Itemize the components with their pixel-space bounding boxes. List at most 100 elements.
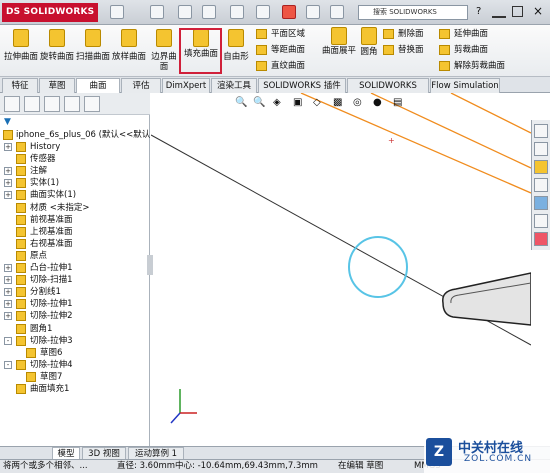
tab-flow-simulation[interactable]: Flow Simulation — [430, 78, 500, 93]
tree-item[interactable]: + History — [0, 141, 150, 153]
extruded-surface-button[interactable]: 拉伸曲面 — [4, 25, 38, 77]
rebuild-icon[interactable] — [282, 5, 296, 19]
section-view-icon[interactable]: ▣ — [293, 97, 302, 108]
tree-item[interactable]: + 实体(1) — [0, 177, 150, 189]
tab-features[interactable]: 特征 — [2, 78, 38, 93]
panel-collapse-handle[interactable] — [147, 255, 153, 275]
tree-item[interactable]: - 切除-拉伸3 — [0, 335, 150, 347]
design-library-icon[interactable] — [534, 142, 548, 156]
expand-toggle-icon[interactable]: + — [4, 288, 12, 297]
expand-toggle-icon[interactable]: + — [4, 300, 12, 309]
feature-icon — [16, 190, 26, 201]
planar-surface-button[interactable]: 平面区域 — [256, 26, 305, 42]
tab-sketch[interactable]: 草图 — [39, 78, 75, 93]
tree-item[interactable]: + 切除-拉伸1 — [0, 298, 150, 310]
solidworks-forum-icon[interactable] — [534, 232, 548, 246]
ruled-surface-button[interactable]: 直纹曲面 — [256, 58, 305, 74]
resources-icon[interactable] — [534, 124, 548, 138]
configuration-manager-icon[interactable] — [44, 96, 60, 112]
expand-toggle-icon[interactable]: + — [4, 312, 12, 321]
feature-icon — [16, 166, 26, 177]
close-icon[interactable]: × — [530, 3, 546, 19]
expand-toggle-icon[interactable]: - — [4, 360, 12, 369]
tree-item[interactable]: 材质 <未指定> — [0, 202, 150, 214]
view-palette-icon[interactable] — [534, 178, 548, 192]
zoom-to-fit-icon[interactable]: 🔍 — [235, 97, 247, 108]
undo-icon[interactable] — [230, 5, 244, 19]
tree-item[interactable]: 右视基准面 — [0, 238, 150, 250]
help-icon[interactable]: ? — [476, 6, 486, 18]
expand-toggle-icon[interactable]: + — [4, 264, 12, 272]
tab-render-tools[interactable]: 渲染工具 — [211, 78, 257, 93]
trim-surface-button[interactable]: 剪裁曲面 — [439, 42, 488, 58]
scene-icon[interactable]: ▤ — [393, 97, 402, 108]
expand-toggle-icon[interactable]: + — [4, 179, 12, 188]
tab-evaluate[interactable]: 评估 — [121, 78, 161, 93]
filter-icon[interactable]: ▼ — [4, 117, 14, 127]
tree-item[interactable]: 草图6 — [0, 347, 150, 359]
maximize-icon[interactable] — [512, 6, 523, 17]
tree-item[interactable]: 曲面填充1 — [0, 383, 150, 395]
file-properties-icon[interactable] — [306, 5, 320, 19]
tree-item[interactable]: 上视基准面 — [0, 226, 150, 238]
search-input[interactable]: 搜索 SOLIDWORKS — [358, 5, 468, 20]
tree-item[interactable]: - 切除-拉伸4 — [0, 359, 150, 371]
extend-surface-button[interactable]: 延伸曲面 — [439, 26, 488, 42]
delete-face-button[interactable]: 删除面 — [383, 26, 424, 42]
expand-toggle-icon[interactable]: + — [4, 143, 12, 151]
graphics-viewport[interactable]: + 🔍 🔍 ◈ ▣ ◇ ▩ ◎ ● ▤ — [151, 93, 531, 446]
tree-item[interactable]: + 注解 — [0, 165, 150, 177]
save-icon[interactable] — [178, 5, 192, 19]
tree-item[interactable]: + 切除-拉伸2 — [0, 310, 150, 322]
tree-root[interactable]: iphone_6s_plus_06 (默认<<默认 — [0, 129, 150, 141]
display-style-icon[interactable]: ▩ — [333, 97, 342, 108]
select-cursor-icon[interactable] — [256, 5, 270, 19]
property-manager-icon[interactable] — [24, 96, 40, 112]
appearances-icon[interactable] — [534, 196, 548, 210]
fillet-button[interactable]: 圆角 — [358, 25, 380, 77]
tree-item[interactable]: + 分割线1 — [0, 286, 150, 298]
expand-toggle-icon[interactable]: - — [4, 336, 12, 345]
tree-item[interactable]: 圆角1 — [0, 323, 150, 335]
display-manager-icon[interactable] — [84, 96, 100, 112]
tree-item[interactable]: 传感器 — [0, 153, 150, 165]
custom-properties-icon[interactable] — [534, 214, 548, 228]
boundary-surface-button[interactable]: 边界曲面 — [148, 25, 180, 77]
freeform-button[interactable]: 自由形 — [222, 25, 250, 77]
zol-watermark: Z 中关村在线 ZOL.COM.CN — [424, 432, 550, 473]
lofted-surface-button[interactable]: 放样曲面 — [112, 25, 146, 77]
revolved-surface-button[interactable]: 旋转曲面 — [40, 25, 74, 77]
previous-view-icon[interactable]: ◈ — [273, 97, 281, 108]
expand-toggle-icon[interactable]: + — [4, 191, 12, 200]
expand-toggle-icon[interactable]: + — [4, 167, 12, 176]
home-icon[interactable] — [110, 5, 124, 19]
hide-show-icon[interactable]: ◎ — [353, 97, 362, 108]
feature-tree-icon[interactable] — [4, 96, 20, 112]
view-orientation-icon[interactable]: ◇ — [313, 97, 321, 108]
tree-item[interactable]: + 曲面实体(1) — [0, 189, 150, 201]
expand-toggle-icon[interactable]: + — [4, 276, 12, 285]
surface-flatten-button[interactable]: 曲面展平 — [322, 25, 356, 77]
tab-surfaces[interactable]: 曲面 — [76, 78, 120, 94]
tab-dimxpert[interactable]: DimXpert — [162, 78, 210, 93]
tree-item[interactable]: + 凸台-拉伸1 — [0, 262, 150, 274]
zoom-area-icon[interactable]: 🔍 — [253, 97, 265, 108]
tab-solidworks-addins[interactable]: SOLIDWORKS 插件 — [258, 78, 346, 93]
minimize-icon[interactable] — [492, 7, 506, 18]
untrim-surface-button[interactable]: 解除剪裁曲面 — [439, 58, 505, 74]
offset-surface-button[interactable]: 等距曲面 — [256, 42, 305, 58]
print-icon[interactable] — [202, 5, 216, 19]
swept-surface-button[interactable]: 扫描曲面 — [76, 25, 110, 77]
tree-item[interactable]: 草图7 — [0, 371, 150, 383]
appearance-icon[interactable]: ● — [373, 97, 382, 108]
replace-face-button[interactable]: 替换面 — [383, 42, 424, 58]
file-explorer-icon[interactable] — [534, 160, 548, 174]
tree-item-label: 凸台-拉伸1 — [30, 263, 73, 273]
tree-item[interactable]: + 切除-扫描1 — [0, 274, 150, 286]
tab-solidworks-mbd[interactable]: SOLIDWORKS MBD — [347, 78, 429, 105]
tree-item[interactable]: 原点 — [0, 250, 150, 262]
new-file-icon[interactable] — [150, 5, 164, 19]
dimxpert-manager-icon[interactable] — [64, 96, 80, 112]
tree-item[interactable]: 前视基准面 — [0, 214, 150, 226]
options-icon[interactable] — [330, 5, 344, 19]
